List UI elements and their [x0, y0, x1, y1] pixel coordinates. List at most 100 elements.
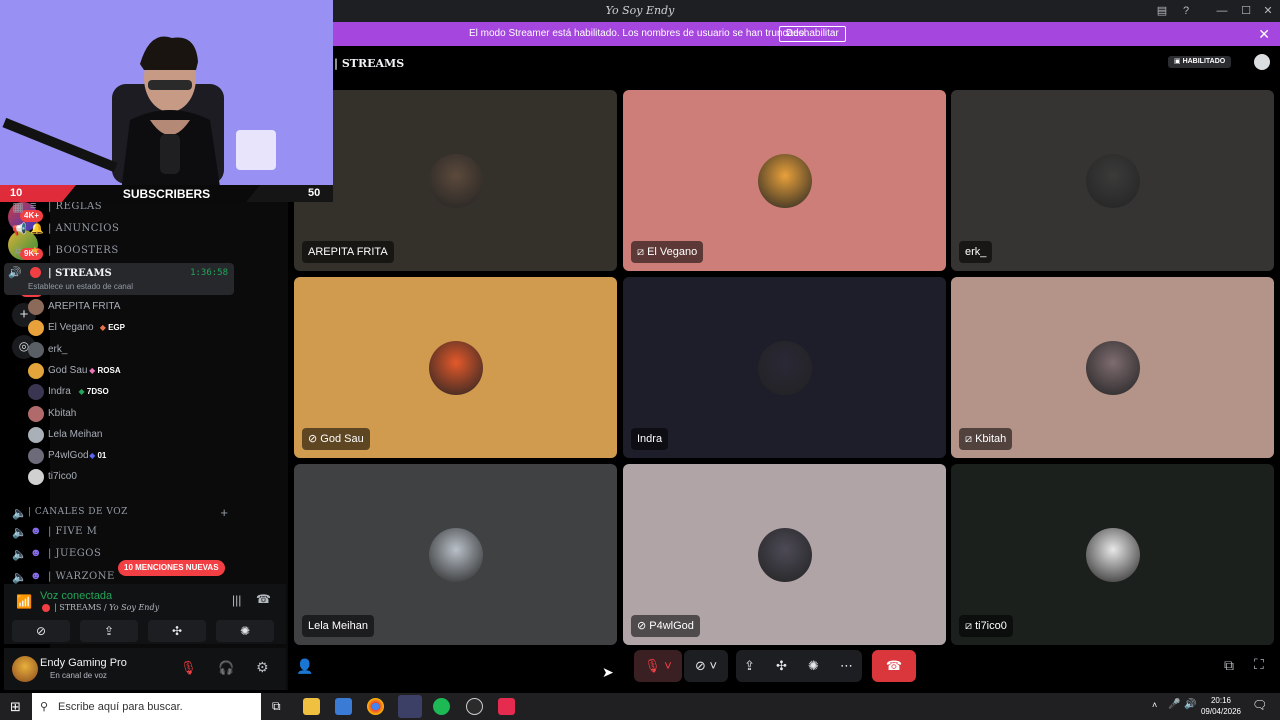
- activities-icon[interactable]: ✣: [776, 650, 787, 682]
- obs-icon[interactable]: [466, 698, 483, 715]
- tray-chevron-icon[interactable]: ˄: [1152, 700, 1157, 710]
- announcement-icon: 📢: [12, 222, 27, 236]
- user-status: En canal de voz: [50, 671, 107, 680]
- streamer-silhouette: [0, 0, 333, 200]
- microphone-tray-icon[interactable]: 🎤: [1168, 699, 1180, 710]
- clock-date[interactable]: 09/04/2026: [1200, 707, 1242, 716]
- participant-tile[interactable]: ⧄ ti7ico0: [951, 464, 1274, 645]
- new-mentions-pill[interactable]: 10 MENCIONES NUEVAS: [118, 560, 225, 576]
- participant-tile[interactable]: erk_: [951, 90, 1274, 271]
- member-tag: EGP: [108, 323, 125, 333]
- member-row[interactable]: Indra ◆ 7DSO: [28, 382, 236, 402]
- notifications-icon[interactable]: 🗨: [1252, 698, 1267, 712]
- discord-icon[interactable]: [398, 695, 422, 718]
- member-row[interactable]: Kbitah: [28, 404, 236, 424]
- file-explorer-icon[interactable]: [303, 698, 320, 715]
- no-entry-icon: [42, 604, 50, 612]
- leave-call-button[interactable]: ☎: [872, 650, 916, 682]
- mic-toggle-button[interactable]: 🎙 ˅: [634, 650, 682, 682]
- participant-tile[interactable]: ⊘ P4wlGod: [623, 464, 946, 645]
- username[interactable]: Endy Gaming Pro: [40, 657, 127, 669]
- mic-muted-icon: ⧄: [965, 433, 976, 445]
- disable-streamer-button[interactable]: Deshabilitar: [779, 26, 846, 42]
- member-row[interactable]: ti7ico0: [28, 467, 236, 487]
- add-person-icon[interactable]: 👤: [296, 658, 313, 675]
- more-icon[interactable]: ⋯: [840, 650, 853, 682]
- start-icon[interactable]: ⊞: [10, 699, 21, 715]
- maximize-button[interactable]: ☐: [1238, 3, 1254, 19]
- search-icon: ⚲: [40, 701, 49, 713]
- close-banner-icon[interactable]: ✕: [1258, 26, 1270, 43]
- voice-channel-five-m[interactable]: 🔈 ☻ | FIVE M: [8, 522, 234, 542]
- popout-icon[interactable]: ⧉: [1224, 657, 1234, 674]
- member-name: Kbitah: [48, 407, 77, 419]
- chrome-icon[interactable]: [367, 698, 384, 715]
- member-row[interactable]: Lela Meihan: [28, 425, 236, 445]
- avatar: [757, 527, 812, 582]
- fullscreen-icon[interactable]: ⛶: [1254, 656, 1264, 673]
- member-row[interactable]: AREPITA FRITA: [28, 297, 236, 317]
- mask-icon: ☻: [30, 525, 42, 537]
- store-icon[interactable]: [335, 698, 352, 715]
- avatar[interactable]: [12, 656, 38, 682]
- voice-status: Voz conectada: [40, 590, 113, 602]
- participant-name: erk_: [965, 246, 987, 258]
- mic-muted-icon[interactable]: 🎙: [180, 660, 197, 676]
- disconnect-icon[interactable]: ☎: [256, 592, 271, 606]
- screen-share-icon[interactable]: ⇪: [744, 650, 755, 682]
- soundboard-icon[interactable]: ✺: [808, 650, 819, 682]
- member-row[interactable]: P4wlGod ◆ 01: [28, 446, 236, 466]
- screen-share-button[interactable]: ⇪: [80, 620, 138, 642]
- signal-icon[interactable]: 📶: [16, 594, 32, 610]
- mouse-cursor-icon: ➤: [602, 664, 614, 680]
- close-window-button[interactable]: ✕: [1260, 3, 1276, 19]
- deafened-icon: ⊘: [308, 433, 321, 445]
- minimize-button[interactable]: —: [1214, 3, 1230, 19]
- inbox-icon[interactable]: ▤: [1154, 3, 1170, 19]
- spotify-icon[interactable]: [433, 698, 450, 715]
- member-row[interactable]: God Sau ◆ ROSA: [28, 361, 236, 381]
- member-row[interactable]: El Vegano ◆ EGP: [28, 318, 236, 338]
- participant-tile[interactable]: ⧄ El Vegano: [623, 90, 946, 271]
- settings-gear-icon[interactable]: ⚙: [256, 659, 269, 676]
- participant-tile[interactable]: Indra: [623, 277, 946, 458]
- chat-icon[interactable]: [1254, 54, 1270, 70]
- noise-suppression-icon[interactable]: |||: [232, 593, 241, 607]
- volume-icon[interactable]: 🔊: [1184, 699, 1196, 710]
- soundboard-button[interactable]: ✺: [216, 620, 274, 642]
- member-row[interactable]: erk_: [28, 340, 236, 360]
- clan-tag: ◆ 01: [89, 451, 107, 461]
- voice-location[interactable]: | STREAMS / Yo Soy Endy: [54, 603, 159, 612]
- avatar: [1085, 527, 1140, 582]
- add-channel-icon[interactable]: +: [220, 505, 228, 520]
- participant-tile[interactable]: ⊘ God Sau: [294, 277, 617, 458]
- hash-icon: #: [14, 244, 22, 258]
- clock-time[interactable]: 20:16: [1200, 696, 1242, 705]
- member-name: El Vegano: [48, 322, 94, 334]
- bell-icon: 🔔: [30, 223, 44, 235]
- channel-boosters[interactable]: # ★ | BOOSTERS: [8, 241, 234, 261]
- taskbar-search[interactable]: ⚲ Escribe aquí para buscar.: [32, 693, 261, 720]
- participant-tile[interactable]: ⧄ Kbitah: [951, 277, 1274, 458]
- channel-streams-active[interactable]: 🔊 | STREAMS 1:36:58 Establece un estado …: [4, 263, 234, 295]
- tiktok-icon[interactable]: [498, 698, 515, 715]
- voice-category[interactable]: 🔈 | CANALES DE VOZ +: [8, 503, 234, 523]
- task-view-icon[interactable]: ⧉: [272, 699, 281, 714]
- camera-off-button[interactable]: ⊘: [12, 620, 70, 642]
- channel-anuncios[interactable]: 📢 🔔 | ANUNCIOS: [8, 219, 234, 239]
- avatar: [428, 340, 483, 395]
- participant-tile[interactable]: AREPITA FRITA: [294, 90, 617, 271]
- help-icon[interactable]: ?: [1178, 3, 1194, 19]
- banner-message: El modo Streamer está habilitado. Los no…: [469, 28, 807, 39]
- participant-tile[interactable]: Lela Meihan: [294, 464, 617, 645]
- camera-toggle-button[interactable]: ⊘ ˅: [684, 650, 728, 682]
- avatar: [28, 299, 44, 315]
- headphones-icon[interactable]: 🎧: [218, 660, 234, 676]
- channel-name: | STREAMS: [48, 268, 112, 279]
- participant-label: ⊘ P4wlGod: [631, 615, 700, 637]
- member-tag: 7DSO: [86, 387, 109, 397]
- participant-label: erk_: [959, 241, 993, 263]
- channel-status[interactable]: Establece un estado de canal: [28, 282, 133, 291]
- activities-button[interactable]: ✣: [148, 620, 206, 642]
- participant-label: AREPITA FRITA: [302, 241, 394, 263]
